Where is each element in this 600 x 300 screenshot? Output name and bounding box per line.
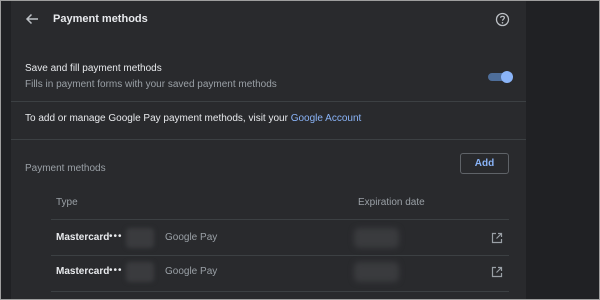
external-link-icon[interactable] bbox=[491, 232, 503, 244]
redacted-expiration-date bbox=[354, 228, 399, 248]
redacted-card-number bbox=[126, 228, 154, 248]
settings-panel: Payment methods Save and fill payment me… bbox=[11, 1, 526, 299]
card-masked-number: ••• bbox=[109, 265, 123, 276]
column-header-type: Type bbox=[56, 197, 78, 208]
external-link-icon[interactable] bbox=[491, 266, 503, 278]
left-gutter bbox=[1, 1, 11, 299]
redacted-expiration-date bbox=[354, 262, 399, 282]
column-header-expiration: Expiration date bbox=[358, 197, 425, 208]
page-title: Payment methods bbox=[53, 13, 148, 25]
right-gutter bbox=[526, 1, 599, 299]
redacted-card-number bbox=[126, 262, 154, 282]
divider bbox=[51, 291, 509, 292]
setting-title: Save and fill payment methods bbox=[25, 63, 162, 74]
toggle-knob bbox=[501, 71, 513, 83]
google-account-link[interactable]: Google Account bbox=[291, 113, 362, 124]
card-row[interactable]: Mastercard ••• Google Pay bbox=[11, 223, 526, 253]
divider bbox=[11, 101, 526, 102]
card-brand: Mastercard bbox=[56, 232, 110, 243]
help-circle-icon[interactable] bbox=[495, 12, 510, 27]
divider bbox=[51, 219, 509, 220]
section-title: Payment methods bbox=[25, 163, 106, 174]
info-text: To add or manage Google Pay payment meth… bbox=[25, 113, 291, 124]
save-and-fill-toggle[interactable] bbox=[488, 71, 513, 83]
divider bbox=[51, 255, 509, 256]
card-source: Google Pay bbox=[165, 266, 218, 277]
add-button[interactable]: Add bbox=[460, 153, 509, 174]
page-header: Payment methods bbox=[11, 1, 526, 41]
card-source: Google Pay bbox=[165, 232, 218, 243]
arrow-left-icon[interactable] bbox=[25, 12, 39, 26]
card-row[interactable]: Mastercard ••• Google Pay bbox=[11, 257, 526, 287]
save-and-fill-setting: Save and fill payment methods Fills in p… bbox=[25, 63, 515, 93]
google-pay-info: To add or manage Google Pay payment meth… bbox=[25, 113, 361, 124]
card-brand: Mastercard bbox=[56, 266, 110, 277]
setting-description: Fills in payment forms with your saved p… bbox=[25, 79, 277, 90]
card-masked-number: ••• bbox=[109, 231, 123, 242]
divider bbox=[11, 139, 526, 140]
